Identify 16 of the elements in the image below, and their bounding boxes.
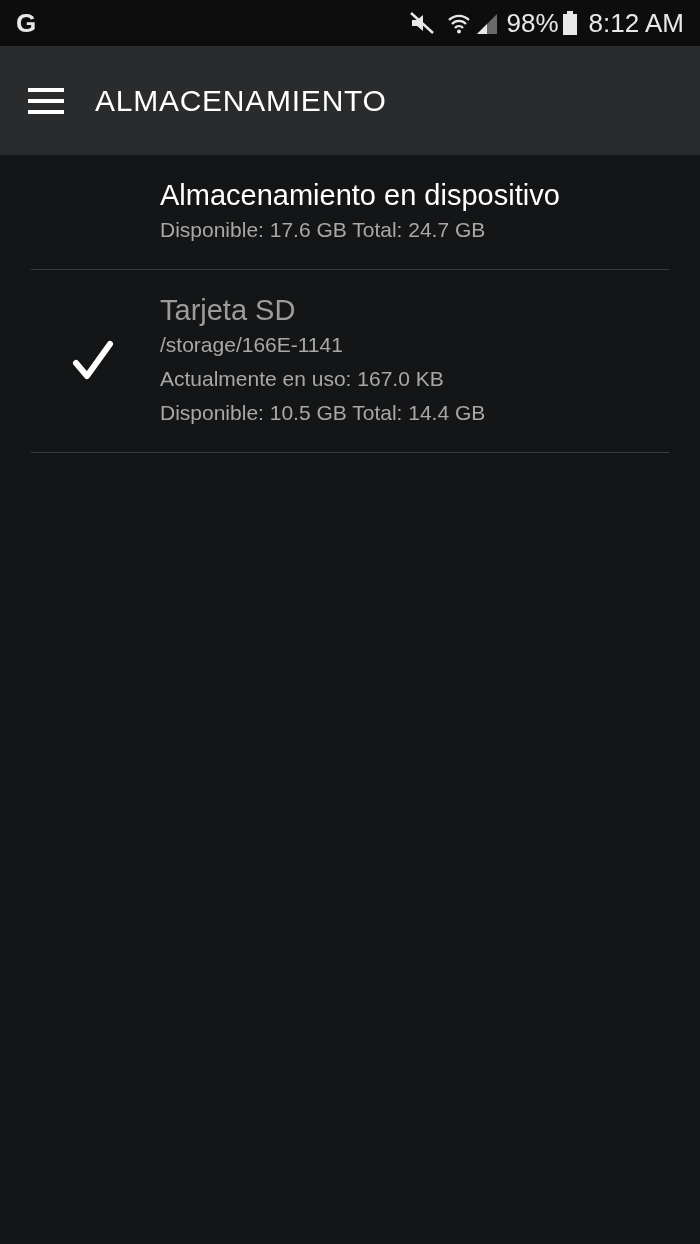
logo: G bbox=[16, 6, 37, 40]
option-title: Tarjeta SD bbox=[160, 293, 297, 328]
option-detail: Actualmente en uso: 167.0 KB bbox=[160, 366, 445, 392]
menu-icon[interactable] bbox=[28, 87, 64, 114]
option-title: Almacenamiento en dispositivo bbox=[160, 178, 560, 213]
clock: 8:12 AM bbox=[588, 6, 684, 40]
storage-option[interactable]: Tarjeta SD /storage/166E-1141 Actualmente en uso: 167.0 KB Disponible: 10.5 GB Total: 14.4 GB bbox=[31, 270, 669, 453]
storage-option[interactable]: Almacenamiento en dispositivo Disponible: 17.6 GB Total: 24.7 GB bbox=[31, 155, 669, 270]
wifi-icon bbox=[446, 12, 471, 34]
option-detail: Disponible: 17.6 GB Total: 24.7 GB bbox=[160, 217, 487, 243]
battery-icon bbox=[562, 11, 577, 35]
option-detail: Disponible: 10.5 GB Total: 14.4 GB bbox=[160, 400, 486, 426]
mute-icon bbox=[408, 11, 435, 35]
option-detail: /storage/166E-1141 bbox=[160, 332, 344, 358]
battery-percent: 98% bbox=[506, 6, 559, 40]
screen-title: ALMACENAMIENTO bbox=[95, 83, 387, 119]
